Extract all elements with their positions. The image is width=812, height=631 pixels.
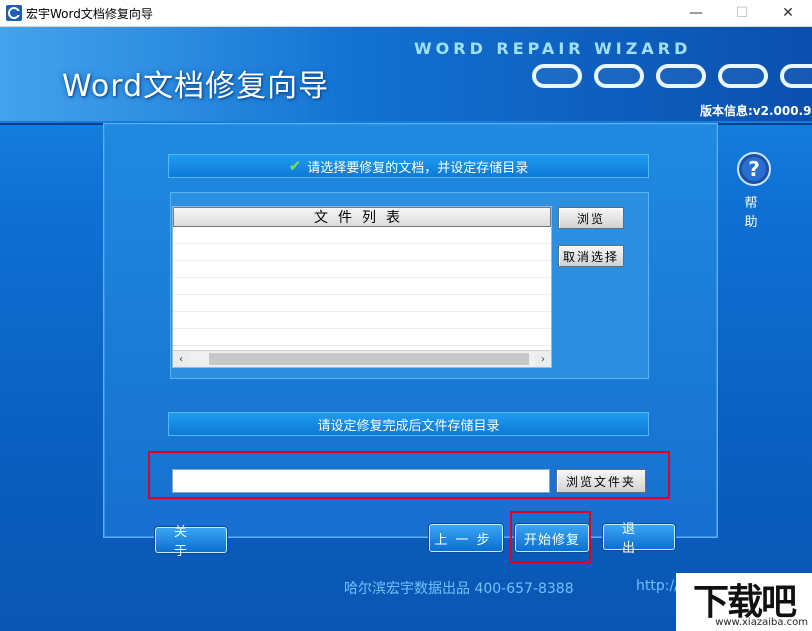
list-item[interactable]	[173, 329, 551, 346]
scroll-left-icon[interactable]: ‹	[173, 351, 189, 367]
minimize-button[interactable]: —	[673, 0, 719, 26]
watermark-url: www.xiazaiba.com	[715, 617, 808, 628]
list-item[interactable]	[173, 312, 551, 329]
browse-button[interactable]: 浏览	[558, 207, 624, 229]
decor-pill	[656, 64, 706, 88]
publisher-footer: 哈尔滨宏宇数据出品 400-657-8388	[344, 581, 574, 597]
select-files-heading: ✔ 请选择要修复的文档，并设定存储目录	[168, 154, 649, 178]
decor-pill	[532, 64, 582, 88]
output-path-input[interactable]	[172, 469, 550, 493]
help-question-icon[interactable]: ?	[737, 152, 771, 186]
file-list-header[interactable]: 文件列表	[173, 207, 551, 227]
decor-pill	[594, 64, 644, 88]
file-list[interactable]: 文件列表 ‹ ›	[172, 206, 552, 368]
header-banner: Word文档修复向导 WORD REPAIR WIZARD 版本信息:v2.00…	[0, 27, 812, 121]
list-item[interactable]	[173, 244, 551, 261]
previous-button[interactable]: 上一步	[429, 524, 503, 552]
select-files-heading-text: 请选择要修复的文档，并设定存储目录	[307, 160, 529, 176]
list-item[interactable]	[173, 295, 551, 312]
scroll-track[interactable]	[189, 352, 535, 366]
help-button[interactable]: ? 帮助	[736, 152, 772, 230]
app-title: Word文档修复向导	[62, 69, 330, 104]
decor-pill	[718, 64, 768, 88]
scroll-right-icon[interactable]: ›	[535, 351, 551, 367]
cancel-selection-button[interactable]: 取消选择	[558, 245, 624, 267]
decor-pill	[780, 64, 812, 88]
svg-text:?: ?	[748, 157, 760, 181]
output-dir-heading-text: 请设定修复完成后文件存储目录	[317, 418, 500, 434]
scroll-thumb[interactable]	[209, 353, 529, 365]
version-info: 版本信息:v2.000.9	[700, 104, 812, 118]
check-icon: ✔	[288, 157, 302, 175]
window-title: 宏宇Word文档修复向导	[26, 7, 153, 21]
exit-button[interactable]: 退出	[603, 522, 675, 556]
window-titlebar: 宏宇Word文档修复向导 — ☐ ✕	[0, 0, 812, 27]
help-label: 帮助	[744, 196, 764, 230]
list-item[interactable]	[173, 261, 551, 278]
list-item[interactable]	[173, 227, 551, 244]
output-dir-heading: 请设定修复完成后文件存储目录	[168, 412, 649, 436]
app-icon	[6, 5, 22, 21]
footer-url: http://	[636, 578, 679, 594]
watermark-logo: 下载吧 www.xiazaiba.com	[676, 573, 812, 631]
list-item[interactable]	[173, 278, 551, 295]
close-button[interactable]: ✕	[765, 0, 811, 26]
browse-folder-button[interactable]: 浏览文件夹	[556, 469, 646, 493]
start-repair-button[interactable]: 开始修复	[515, 524, 589, 552]
horizontal-scrollbar[interactable]: ‹ ›	[173, 350, 551, 367]
maximize-button[interactable]: ☐	[719, 0, 765, 26]
about-button[interactable]: 关于	[155, 525, 227, 559]
brand-text: WORD REPAIR WIZARD	[414, 39, 692, 58]
